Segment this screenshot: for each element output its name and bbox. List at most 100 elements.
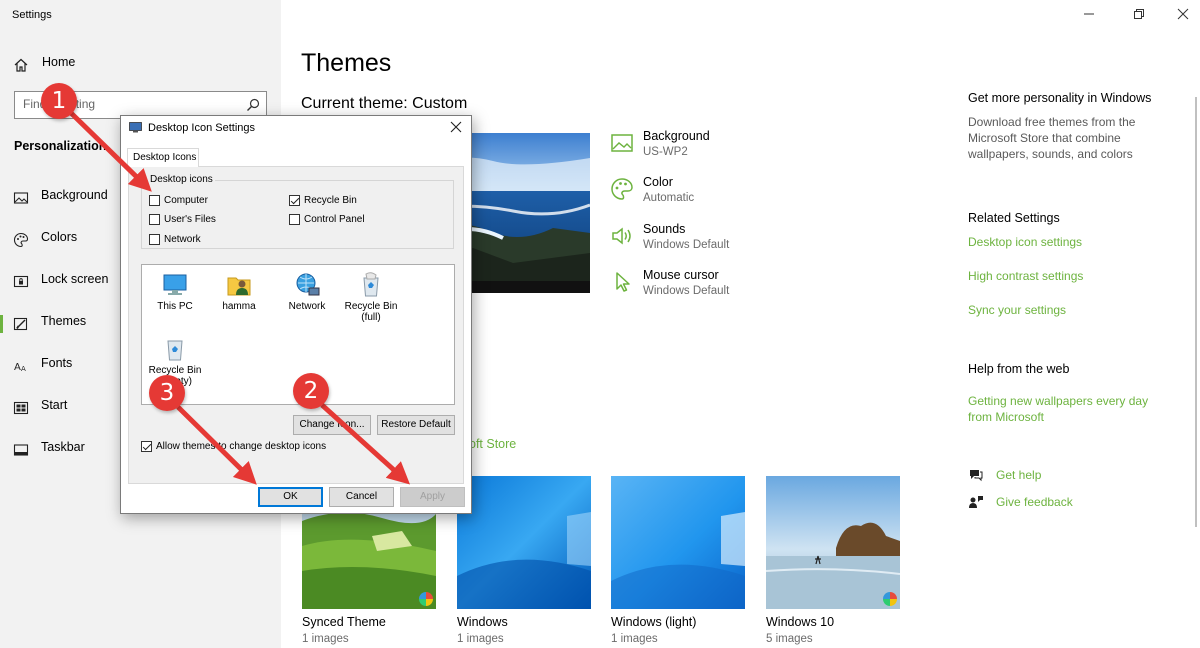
cancel-button[interactable]: Cancel — [329, 487, 394, 507]
network-icon — [296, 273, 320, 296]
icon-label: Network — [288, 301, 326, 312]
checkbox-label: Network — [164, 234, 201, 245]
scrollbar[interactable] — [1195, 97, 1197, 527]
theme-image-count: 1 images — [457, 633, 504, 645]
icon-label: Recycle Bin (full) — [344, 301, 398, 323]
checkbox-label: Computer — [164, 195, 208, 206]
checkbox-label: Recycle Bin — [304, 195, 357, 206]
tab-desktop-icons[interactable]: Desktop Icons — [127, 148, 199, 167]
checkbox-box[interactable] — [289, 214, 300, 225]
checkbox-box[interactable] — [289, 195, 300, 206]
sidebar-item-home[interactable]: Home — [0, 47, 281, 81]
theme-thumbnail-windows[interactable] — [457, 476, 591, 609]
recycle-bin-full-icon — [363, 272, 379, 297]
sidebar-item-label: Fonts — [41, 356, 73, 370]
icon-label: hamma — [222, 301, 256, 312]
theme-image-count: 1 images — [611, 633, 658, 645]
icon-item-network[interactable]: Network — [274, 271, 340, 312]
property-name: Sounds — [643, 222, 686, 236]
checkbox-label: User's Files — [164, 214, 216, 225]
change-icon-button[interactable]: Change Icon... — [293, 415, 371, 435]
theme-thumbnail-image — [611, 476, 745, 609]
tab-panel: Desktop icons Computer Recycle Bin User'… — [128, 166, 464, 484]
desktop-icon-settings-dialog: Desktop Icon Settings Desktop Icons Desk… — [120, 115, 472, 514]
lock-screen-icon — [13, 275, 29, 288]
search-icon[interactable] — [246, 98, 260, 112]
minimize-icon[interactable] — [1081, 6, 1097, 22]
sidebar-item-label: Background — [41, 188, 108, 202]
sync-settings-link[interactable]: Sync your settings — [968, 302, 1168, 318]
close-icon[interactable] — [1175, 6, 1191, 22]
home-icon — [14, 58, 28, 72]
high-contrast-settings-link[interactable]: High contrast settings — [968, 268, 1168, 284]
palette-icon — [611, 178, 633, 200]
theme-name: Windows 10 — [766, 615, 835, 629]
icon-item-user-folder[interactable]: hamma — [206, 271, 272, 312]
checkbox-box[interactable] — [149, 214, 160, 225]
chat-help-icon — [970, 470, 983, 482]
section-label: Personalization — [14, 139, 107, 153]
start-icon — [13, 401, 29, 415]
picture-icon — [13, 192, 29, 204]
property-value: Automatic — [643, 192, 695, 204]
restore-default-button[interactable]: Restore Default — [377, 415, 455, 435]
user-folder-icon — [227, 277, 251, 296]
personality-description: Download free themes from the Microsoft … — [968, 115, 1136, 161]
palette-icon — [13, 232, 29, 248]
checkbox-box[interactable] — [149, 234, 160, 245]
sidebar-item-label: Taskbar — [41, 440, 85, 454]
wallpapers-link[interactable]: Getting new wallpapers every day from Mi… — [968, 393, 1168, 425]
theme-thumbnail-windows-10[interactable] — [766, 476, 900, 609]
give-feedback-link[interactable]: Give feedback — [996, 494, 1196, 510]
fonts-icon: AA — [14, 362, 26, 373]
get-more-themes-link[interactable]: oft Store — [469, 437, 516, 451]
checkbox-box[interactable] — [141, 441, 152, 452]
annotation-badge-2: 2 — [293, 373, 329, 409]
checkbox-label: Control Panel — [304, 214, 365, 225]
get-help-link[interactable]: Get help — [996, 467, 1196, 483]
checkbox-box[interactable] — [149, 195, 160, 206]
theme-image-count: 5 images — [766, 633, 813, 645]
theme-name: Windows — [457, 615, 508, 629]
annotation-badge-1: 1 — [41, 83, 77, 119]
app-title: Settings — [12, 9, 52, 21]
feedback-icon — [969, 496, 983, 508]
color-palette-icon — [419, 592, 433, 606]
settings-window: Settings Home Personalization Background… — [0, 0, 1200, 648]
property-name: Background — [643, 129, 710, 143]
icon-item-this-pc[interactable]: This PC — [142, 271, 208, 312]
monitor-icon — [129, 122, 142, 133]
help-title: Help from the web — [968, 362, 1070, 376]
cursor-icon — [616, 272, 630, 292]
theme-name: Windows (light) — [611, 615, 697, 629]
related-settings-title: Related Settings — [968, 211, 1060, 225]
sidebar-item-label: Colors — [41, 230, 78, 244]
themes-icon — [13, 317, 28, 331]
personality-title: Get more personality in Windows — [968, 91, 1152, 105]
property-name: Mouse cursor — [643, 268, 719, 282]
icon-label: This PC — [157, 301, 193, 312]
ok-button[interactable]: OK — [258, 487, 323, 507]
theme-thumbnail-image — [457, 476, 591, 609]
taskbar-icon — [13, 444, 29, 456]
close-icon[interactable] — [449, 120, 463, 134]
recycle-bin-empty-icon — [167, 340, 183, 361]
checkbox-label: Allow themes to change desktop icons — [156, 441, 327, 452]
icon-item-recycle-bin-full[interactable]: Recycle Bin (full) — [338, 271, 404, 323]
svg-text:A: A — [14, 362, 21, 373]
group-label: Desktop icons — [148, 174, 215, 185]
current-theme-label: Current theme: Custom — [301, 95, 468, 112]
apply-button[interactable]: Apply — [400, 487, 465, 507]
restore-icon[interactable] — [1131, 6, 1147, 22]
sidebar-item-label: Lock screen — [41, 272, 109, 286]
desktop-icon-settings-link[interactable]: Desktop icon settings — [968, 234, 1168, 250]
dialog-title: Desktop Icon Settings — [148, 122, 256, 134]
sidebar-item-label: Themes — [41, 314, 87, 328]
theme-thumbnail-windows-light[interactable] — [611, 476, 745, 609]
property-value: Windows Default — [643, 285, 730, 297]
page-title: Themes — [301, 49, 392, 77]
active-indicator — [0, 315, 3, 333]
theme-name: Synced Theme — [302, 615, 386, 629]
sidebar-item-label: Start — [41, 398, 68, 412]
sidebar-home-label: Home — [42, 55, 76, 69]
